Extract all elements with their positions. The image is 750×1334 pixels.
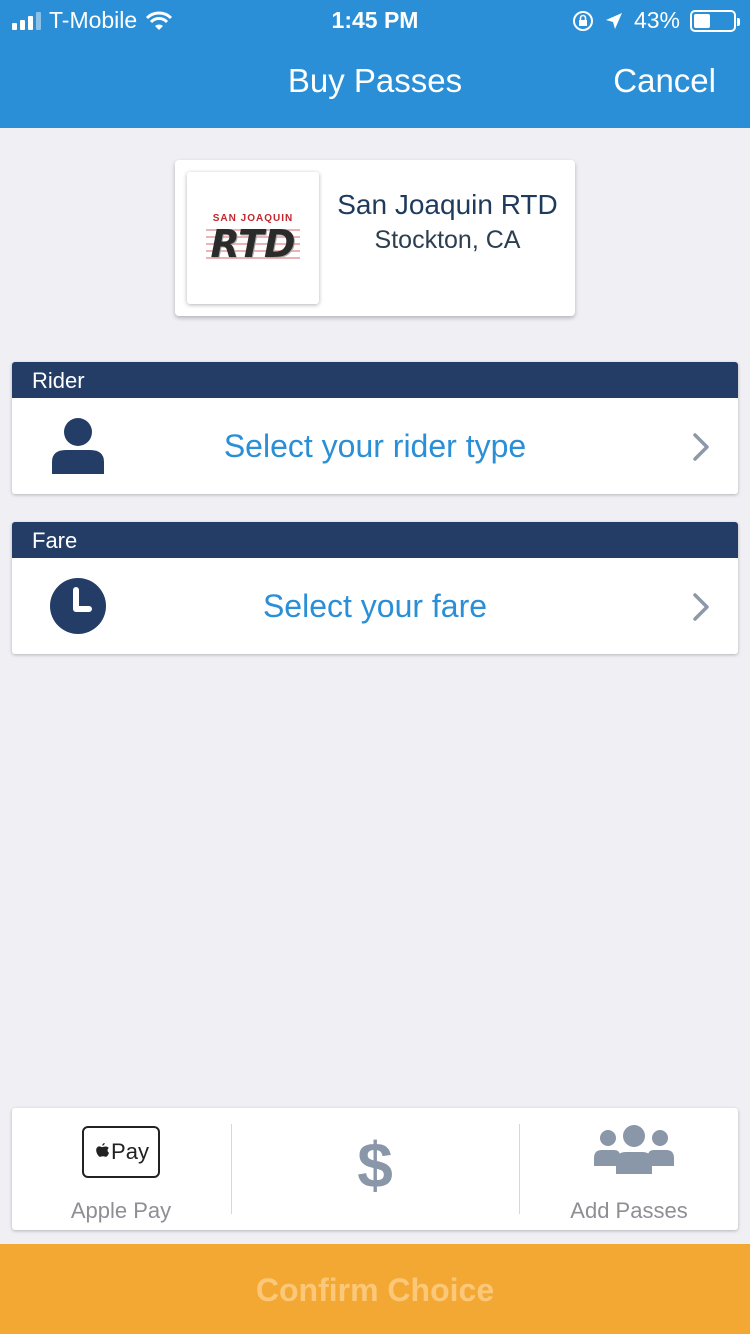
cash-tab[interactable]: $ <box>232 1108 518 1230</box>
location-arrow-icon <box>605 12 622 29</box>
select-fare-row[interactable]: Select your fare <box>12 558 738 654</box>
battery-icon <box>690 9 740 32</box>
payment-tab-bar: Pay Apple Pay $ Add Passes <box>12 1108 738 1230</box>
rider-type-label: Select your rider type <box>223 428 527 464</box>
dollar-icon: $ <box>357 1129 393 1201</box>
apple-pay-label: Apple Pay <box>70 1198 172 1223</box>
apple-pay-icon: Pay <box>82 1126 160 1178</box>
apple-logo-icon <box>96 1143 110 1157</box>
fare-section: Fare Select your fare <box>12 522 738 654</box>
apple-pay-tab[interactable]: Pay Apple Pay <box>12 1108 230 1230</box>
battery-percent: 43% <box>633 7 680 33</box>
rider-section-header: Rider <box>12 362 738 398</box>
fare-section-header: Fare <box>12 522 738 558</box>
battery-fill <box>694 13 711 28</box>
group-icon <box>594 1125 674 1174</box>
status-right: 43% <box>572 7 740 34</box>
agency-logo-main-text: RTD <box>206 223 300 264</box>
add-passes-tab[interactable]: Add Passes <box>520 1108 738 1230</box>
agency-card: SAN JOAQUIN RTD San Joaquin RTD Stockton… <box>175 160 575 316</box>
cancel-button[interactable]: Cancel <box>613 62 716 100</box>
agency-name: San Joaquin RTD <box>337 189 558 220</box>
select-rider-type-row[interactable]: Select your rider type <box>12 398 738 494</box>
chevron-right-icon <box>693 593 709 621</box>
status-bar: T-Mobile 1:45 PM 43% <box>0 0 750 40</box>
add-passes-label: Add Passes <box>570 1198 688 1223</box>
apple-pay-mark-text: Pay <box>111 1139 149 1164</box>
confirm-choice-button[interactable]: Confirm Choice <box>0 1244 750 1334</box>
fare-label: Select your fare <box>262 588 488 624</box>
orientation-lock-icon <box>572 10 593 31</box>
top-bar: T-Mobile 1:45 PM 43% Buy Passes Cancel <box>0 0 750 128</box>
agency-info: San Joaquin RTD Stockton, CA <box>335 188 560 256</box>
buy-passes-screen: T-Mobile 1:45 PM 43% Buy Passes Cancel S… <box>0 0 750 1334</box>
agency-logo: SAN JOAQUIN RTD <box>187 172 319 304</box>
rider-section: Rider Select your rider type <box>12 362 738 494</box>
agency-location: Stockton, CA <box>374 226 521 254</box>
chevron-right-icon <box>693 433 709 461</box>
